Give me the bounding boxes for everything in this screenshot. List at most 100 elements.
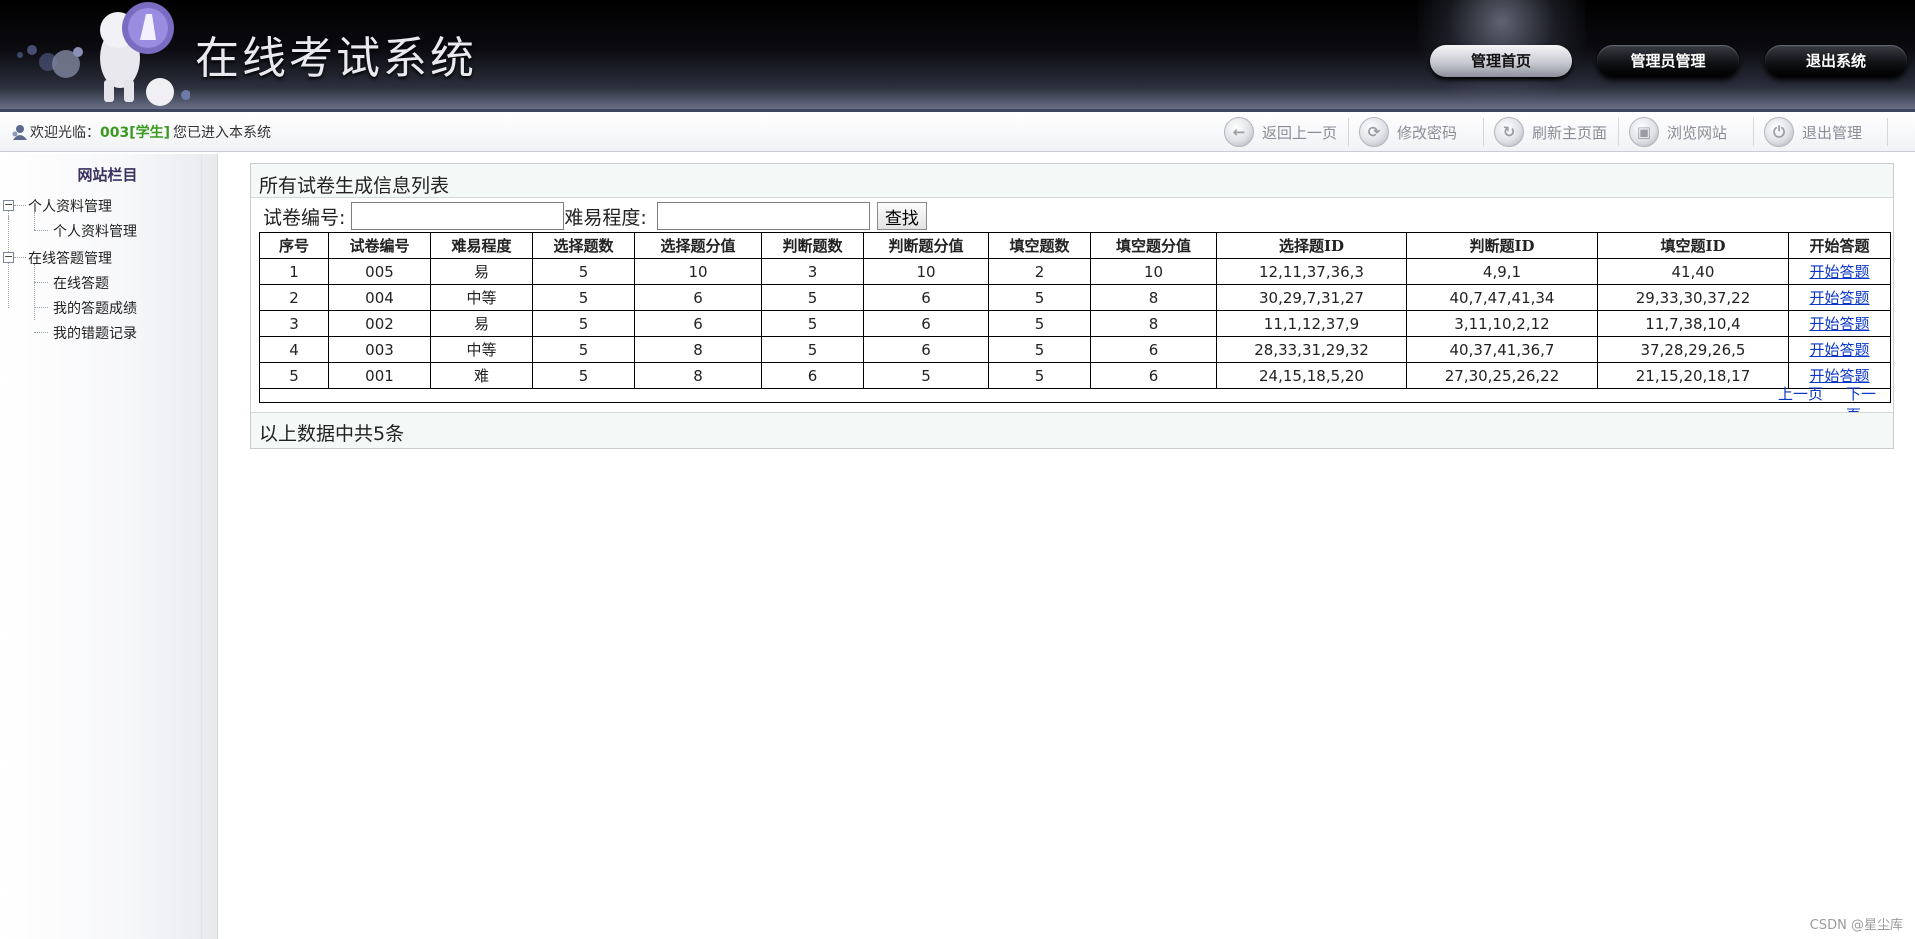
nav-admin-management-button[interactable]: 管理员管理 [1597,45,1739,77]
table-cell: 004 [328,284,431,311]
table-cell: 8 [1090,310,1217,337]
sidebar-item-online-answer[interactable]: 在线答题 [53,273,109,293]
difficulty-input[interactable] [656,202,870,230]
start-answer-link[interactable]: 开始答题 [1809,341,1869,359]
logout-label: 退出管理 [1802,123,1863,142]
table-cell: 41,40 [1597,258,1789,285]
back-arrow-icon: ← [1224,117,1254,147]
sidebar-item-my-scores[interactable]: 我的答题成绩 [53,298,137,318]
sidebar-group-profile[interactable]: 个人资料管理 [28,196,112,216]
browse-icon: ▣ [1629,117,1659,147]
back-button[interactable]: ← 返回上一页 [1224,116,1337,148]
page-title: 所有试卷生成信息列表 [251,164,1893,198]
column-header: 填空题分值 [1090,232,1217,259]
change-password-label: 修改密码 [1397,123,1458,142]
table-cell: 2 [259,284,329,311]
difficulty-label: 难易程度: [564,206,647,229]
system-title: 在线考试系统 [195,33,477,84]
column-header: 难易程度 [430,232,533,259]
watermark: CSDN @星尘库 [1809,918,1903,933]
record-count: 以上数据中共5条 [251,412,1893,448]
paper-no-input[interactable] [351,202,565,230]
table-cell: 5 [532,284,635,311]
table-cell: 10 [1090,258,1217,285]
start-answer-link[interactable]: 开始答题 [1809,289,1869,307]
power-icon: ⏻ [1764,117,1794,147]
table-cell: 37,28,29,26,5 [1597,336,1789,363]
column-header: 填空题ID [1597,232,1789,259]
sidebar-group-online-answer[interactable]: 在线答题管理 [28,248,112,268]
logout-button[interactable]: ⏻ 退出管理 [1764,116,1862,148]
sidebar-title: 网站栏目 [77,166,138,184]
table-cell: 002 [328,310,431,337]
welcome-message: 欢迎光临： 003[学生] 您已进入本系统 [10,122,271,142]
logo-mascot-icon [17,2,190,106]
table-cell: 10 [634,258,762,285]
column-header: 选择题ID [1216,232,1407,259]
column-header: 判断题数 [761,232,864,259]
table-cell: 6 [634,284,762,311]
table-cell: 28,33,31,29,32 [1216,336,1407,363]
refresh-button[interactable]: ↻ 刷新主页面 [1494,116,1607,148]
table-cell: 1 [259,258,329,285]
welcome-prefix: 欢迎光临： [30,125,100,141]
table-cell: 易 [430,310,533,337]
table-cell: 6 [634,310,762,337]
table-cell: 40,7,47,41,34 [1406,284,1598,311]
user-icon [12,125,27,140]
table-cell: 4 [259,336,329,363]
table-header-row: 序号 试卷编号 难易程度 选择题数 选择题分值 判断题数 判断题分值 填空题数 … [259,232,1891,259]
password-icon: ⟳ [1359,117,1389,147]
table-cell: 12,11,37,36,3 [1216,258,1407,285]
table-cell: 005 [328,258,431,285]
current-user: 003[学生] [100,125,171,141]
table-cell: 5 [761,336,864,363]
column-header: 序号 [259,232,329,259]
table-cell: 开始答题 [1788,336,1891,363]
collapse-toggle-icon[interactable]: − [3,199,14,211]
table-cell: 开始答题 [1788,310,1891,337]
table-cell: 2 [988,258,1091,285]
table-cell: 6 [863,310,989,337]
toolbar-divider [1483,118,1484,146]
table-cell: 6 [863,336,989,363]
table-cell: 易 [430,258,533,285]
search-button[interactable]: 查找 [876,202,927,230]
change-password-button[interactable]: ⟳ 修改密码 [1359,116,1457,148]
collapse-toggle-icon[interactable]: − [3,251,14,263]
table-cell: 3 [259,310,329,337]
nav-home-button[interactable]: 管理首页 [1430,45,1572,77]
table-cell: 5 [532,258,635,285]
prev-page-link[interactable]: 上一页 [1778,383,1823,404]
paper-table: 序号 试卷编号 难易程度 选择题数 选择题分值 判断题数 判断题分值 填空题数 … [259,232,1891,389]
back-button-label: 返回上一页 [1262,123,1338,142]
sidebar-item-my-mistakes[interactable]: 我的错题记录 [53,323,137,343]
table-cell: 5 [761,310,864,337]
table-cell: 中等 [430,336,533,363]
sidebar: 网站栏目 − 个人资料管理 个人资料管理 − 在线答题管理 在线答题 我的答题成… [0,154,218,939]
start-answer-link[interactable]: 开始答题 [1809,315,1869,333]
table-cell: 8 [634,336,762,363]
table-cell: 开始答题 [1788,258,1891,285]
table-cell: 5 [988,310,1091,337]
table-cell: 中等 [430,284,533,311]
header-bar: 在线考试系统 管理首页 管理员管理 退出系统 [0,0,1915,112]
table-cell: 5 [761,284,864,311]
table-cell: 11,1,12,37,9 [1216,310,1407,337]
toolbar-divider [1618,118,1619,146]
sidebar-item-profile-management[interactable]: 个人资料管理 [53,221,137,241]
column-header: 判断题ID [1406,232,1598,259]
toolbar: 欢迎光临： 003[学生] 您已进入本系统 ← 返回上一页 ⟳ 修改密码 ↻ 刷… [0,112,1915,152]
paper-no-label: 试卷编号: [263,206,346,229]
table-cell: 开始答题 [1788,284,1891,311]
table-row: 4 003 中等 5 8 5 6 5 6 28,33,31,29,32 40,37,41,36,7 3… [259,336,1891,363]
nav-exit-system-button[interactable]: 退出系统 [1765,45,1907,77]
table-cell: 3 [761,258,864,285]
table-cell: 6 [1090,336,1217,363]
column-header: 试卷编号 [328,232,431,259]
column-header: 选择题分值 [634,232,762,259]
start-answer-link[interactable]: 开始答题 [1809,263,1869,281]
table-cell: 5 [532,310,635,337]
browse-site-button[interactable]: ▣ 浏览网站 [1629,116,1727,148]
paper-list-panel: 所有试卷生成信息列表 试卷编号: 难易程度: 查找 序号 试卷编号 难易程度 选… [250,163,1894,449]
